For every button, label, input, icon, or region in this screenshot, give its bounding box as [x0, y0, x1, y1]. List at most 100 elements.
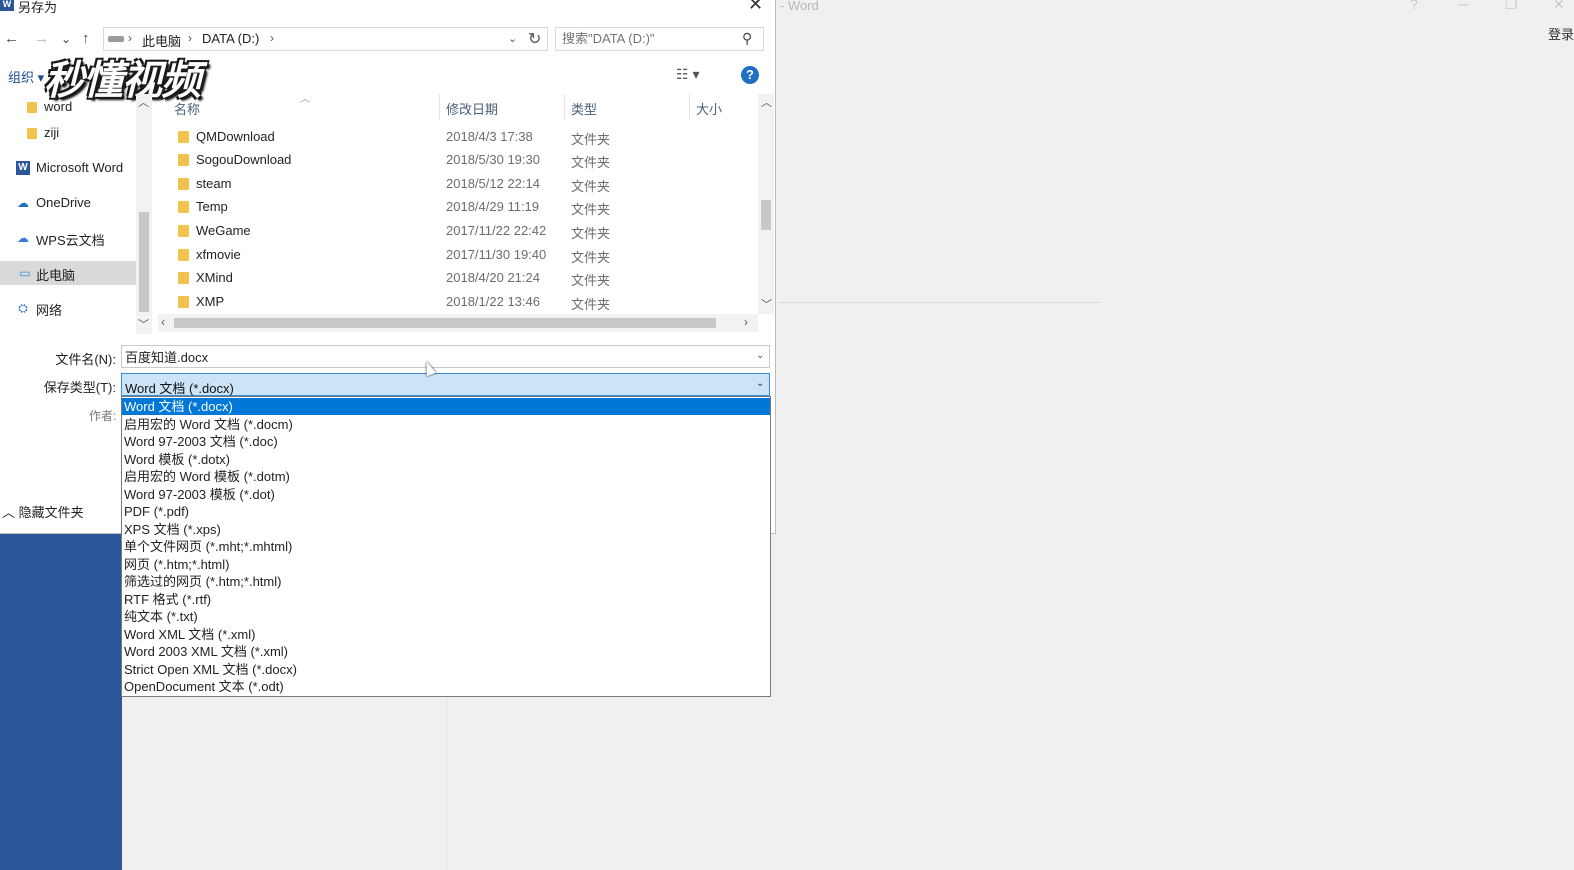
file-list-horizontal-scrollbar[interactable]: ‹ ›: [158, 314, 758, 332]
chevron-down-icon[interactable]: ⌄: [756, 378, 764, 389]
scroll-right-icon[interactable]: ›: [744, 315, 748, 329]
column-header-name[interactable]: 名称: [174, 99, 200, 118]
file-type: 文件夹: [571, 132, 611, 147]
refresh-icon[interactable]: ↻: [528, 29, 541, 49]
recent-locations-icon[interactable]: ⌄: [61, 32, 71, 46]
nav-item-wps-cloud[interactable]: ☁ WPS云文档: [0, 226, 136, 250]
savetype-select[interactable]: Word 文档 (*.docx) ⌄: [121, 373, 770, 396]
savetype-option-docm[interactable]: 启用宏的 Word 文档 (*.docm): [122, 416, 770, 433]
breadcrumb-data-drive[interactable]: DATA (D:): [202, 31, 259, 46]
file-row[interactable]: SogouDownload 2018/5/30 19:30 文件夹: [170, 149, 755, 172]
forward-arrow-icon[interactable]: →: [34, 30, 49, 47]
savetype-option-word2003-xml[interactable]: Word 2003 XML 文档 (*.xml): [122, 643, 770, 660]
nav-pane-scrollbar[interactable]: ︿ ﹀: [136, 94, 152, 334]
scroll-down-icon[interactable]: ﹀: [761, 296, 772, 312]
restore-icon[interactable]: ❐: [1505, 0, 1518, 13]
scrollbar-thumb[interactable]: [139, 212, 149, 312]
savetype-option-odt[interactable]: OpenDocument 文本 (*.odt): [122, 678, 770, 695]
scrollbar-thumb[interactable]: [761, 200, 771, 230]
file-row[interactable]: QMDownload 2018/4/3 17:38 文件夹: [170, 126, 755, 149]
nav-item-ziji[interactable]: ziji: [0, 121, 136, 145]
hide-folders-label: 隐藏文件夹: [18, 505, 84, 520]
nav-item-word[interactable]: word: [0, 95, 136, 119]
nav-item-microsoft-word[interactable]: W Microsoft Word: [0, 156, 136, 180]
column-header-size[interactable]: 大小: [696, 99, 722, 118]
column-divider[interactable]: [689, 94, 690, 120]
navigation-pane: word ziji W Microsoft Word ☁ OneDrive ☁ …: [0, 94, 136, 334]
file-type: 文件夹: [571, 226, 611, 241]
nav-item-label: ziji: [44, 125, 60, 140]
savetype-option-pdf[interactable]: PDF (*.pdf): [122, 503, 770, 520]
column-header-type[interactable]: 类型: [571, 99, 597, 118]
savetype-option-mht[interactable]: 单个文件网页 (*.mht;*.mhtml): [122, 538, 770, 555]
file-row[interactable]: xfmovie 2017/11/30 19:40 文件夹: [170, 244, 755, 267]
word-window-title: - Word: [780, 0, 819, 13]
scroll-down-icon[interactable]: ﹀: [138, 316, 149, 332]
folder-icon: [27, 102, 37, 113]
search-box[interactable]: ⚲: [555, 27, 764, 51]
savetype-option-xps[interactable]: XPS 文档 (*.xps): [122, 521, 770, 538]
wps-cloud-icon: ☁: [17, 231, 29, 245]
savetype-option-dotm[interactable]: 启用宏的 Word 模板 (*.dotm): [122, 468, 770, 485]
file-name: XMP: [196, 294, 225, 309]
nav-item-this-pc[interactable]: ▭ 此电脑: [0, 261, 136, 285]
file-type: 文件夹: [571, 179, 611, 194]
file-row[interactable]: XMP 2018/1/22 13:46 文件夹: [170, 291, 755, 314]
savetype-option-txt[interactable]: 纯文本 (*.txt): [122, 608, 770, 625]
drive-icon: [108, 36, 124, 42]
column-divider[interactable]: [439, 94, 440, 120]
search-icon[interactable]: ⚲: [742, 30, 752, 47]
up-arrow-icon[interactable]: ↑: [82, 30, 90, 47]
breadcrumb-separator[interactable]: ›: [270, 31, 274, 45]
hide-folders-button[interactable]: ︿ 隐藏文件夹: [2, 502, 84, 521]
savetype-option-html[interactable]: 网页 (*.htm;*.html): [122, 556, 770, 573]
filename-label: 文件名(N):: [55, 352, 116, 367]
help-icon[interactable]: ?: [741, 66, 759, 84]
file-date: 2018/4/29 11:19: [446, 199, 540, 214]
savetype-option-strict-docx[interactable]: Strict Open XML 文档 (*.docx): [122, 661, 770, 678]
file-name: XMind: [196, 270, 233, 285]
computer-icon: ▭: [19, 266, 31, 280]
close-icon[interactable]: ✕: [748, 0, 763, 15]
scroll-up-icon[interactable]: ︿: [138, 94, 149, 110]
savetype-option-dotx[interactable]: Word 模板 (*.dotx): [122, 451, 770, 468]
file-type: 文件夹: [571, 250, 611, 265]
chevron-up-icon: ︿: [2, 505, 19, 520]
view-options-icon[interactable]: ☷ ▾: [676, 66, 699, 83]
column-header-date[interactable]: 修改日期: [446, 99, 498, 118]
folder-icon: [178, 272, 189, 284]
file-row[interactable]: WeGame 2017/11/22 22:42 文件夹: [170, 220, 755, 243]
file-row[interactable]: steam 2018/5/12 22:14 文件夹: [170, 173, 755, 196]
file-name: xfmovie: [196, 247, 241, 262]
minimize-icon[interactable]: ─: [1458, 0, 1468, 12]
file-row[interactable]: Temp 2018/4/29 11:19 文件夹: [170, 196, 755, 219]
nav-item-onedrive[interactable]: ☁ OneDrive: [0, 191, 136, 215]
chevron-down-icon[interactable]: ⌄: [508, 32, 517, 45]
scroll-up-icon[interactable]: ︿: [761, 94, 772, 110]
nav-item-network[interactable]: ⛭ 网络: [0, 296, 136, 320]
scrollbar-thumb[interactable]: [174, 318, 716, 328]
savetype-option-filtered-html[interactable]: 筛选过的网页 (*.htm;*.html): [122, 573, 770, 590]
dialog-title: 另存为: [18, 0, 58, 15]
search-input[interactable]: [562, 31, 732, 46]
back-arrow-icon[interactable]: ←: [4, 30, 19, 47]
savetype-option-docx[interactable]: Word 文档 (*.docx): [122, 398, 770, 415]
savetype-dropdown-list: Word 文档 (*.docx) 启用宏的 Word 文档 (*.docm) W…: [121, 396, 771, 697]
savetype-option-doc[interactable]: Word 97-2003 文档 (*.doc): [122, 433, 770, 450]
file-list-vertical-scrollbar[interactable]: ︿ ﹀: [758, 94, 774, 314]
folder-icon: [178, 296, 189, 308]
chevron-down-icon[interactable]: ⌄: [756, 350, 764, 361]
savetype-option-dot[interactable]: Word 97-2003 模板 (*.dot): [122, 486, 770, 503]
column-divider[interactable]: [564, 94, 565, 120]
file-row[interactable]: XMind 2018/4/20 21:24 文件夹: [170, 267, 755, 290]
filename-field[interactable]: ⌄: [121, 345, 770, 368]
savetype-option-word-xml[interactable]: Word XML 文档 (*.xml): [122, 626, 770, 643]
filename-input[interactable]: [125, 349, 745, 364]
help-icon[interactable]: ?: [1410, 0, 1418, 12]
organize-button[interactable]: 组织 ▾: [8, 67, 44, 86]
close-window-icon[interactable]: ✕: [1553, 0, 1565, 13]
sign-in-link[interactable]: 登录: [1548, 24, 1574, 43]
file-name: steam: [196, 176, 232, 191]
savetype-option-rtf[interactable]: RTF 格式 (*.rtf): [122, 591, 770, 608]
scroll-left-icon[interactable]: ‹: [161, 315, 165, 329]
